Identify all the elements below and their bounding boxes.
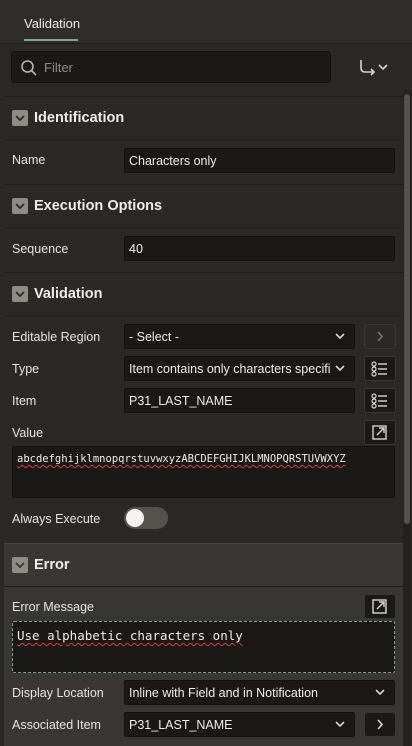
item-label: Item (12, 394, 37, 408)
section-title: Validation (34, 286, 103, 302)
chevron-down-icon (335, 333, 345, 340)
section-identification-header[interactable]: Identification (4, 96, 403, 140)
tab-bar: Validation (0, 0, 412, 44)
chevron-down-icon (12, 557, 28, 573)
toggle-knob (126, 509, 144, 527)
section-title: Error (34, 557, 70, 573)
value-text: abcdefghijklmnopqrstuvwxyzABCDEFGHIJKLMN… (17, 453, 346, 465)
always-execute-toggle[interactable] (124, 507, 168, 529)
item-list-button[interactable] (364, 388, 396, 413)
associated-item-value: P31_LAST_NAME (129, 718, 233, 732)
toolbar (0, 44, 404, 90)
name-field[interactable]: Characters only (124, 148, 395, 173)
display-location-value: Inline with Field and in Notification (129, 686, 318, 700)
search-icon (21, 60, 37, 76)
chevron-down-icon (335, 721, 345, 728)
type-select[interactable]: Item contains only characters specifi (124, 356, 355, 381)
value-label: Value (12, 426, 44, 440)
list-icon (371, 393, 387, 409)
chevron-down-icon (375, 689, 385, 696)
type-list-button[interactable] (364, 356, 396, 381)
error-message-textarea[interactable]: Use alphabetic characters only (12, 621, 395, 673)
go-to-region-button[interactable] (364, 324, 396, 349)
sequence-field[interactable]: 40 (124, 236, 395, 261)
type-label: Type (12, 362, 40, 376)
go-to-group-icon[interactable] (356, 54, 392, 80)
type-value: Item contains only characters specifi (129, 362, 331, 376)
tab-validation[interactable]: Validation (24, 16, 80, 31)
expand-value-button[interactable] (364, 420, 396, 445)
always-execute-label: Always Execute (12, 512, 101, 526)
chevron-down-icon (12, 110, 28, 126)
display-location-label: Display Location (12, 686, 104, 700)
editable-region-select[interactable]: - Select - (124, 324, 355, 349)
scrollbar-thumb[interactable] (404, 94, 410, 524)
editable-region-value: - Select - (129, 330, 180, 344)
filter-input[interactable] (44, 52, 324, 82)
expand-error-message-button[interactable] (364, 594, 396, 619)
editable-region-label: Editable Region (12, 330, 101, 344)
scrollbar[interactable] (403, 90, 411, 746)
go-to-associated-item-button[interactable] (364, 712, 396, 737)
section-validation-header[interactable]: Validation (4, 272, 403, 316)
chevron-right-icon (377, 331, 384, 342)
section-title: Identification (34, 110, 125, 126)
error-message-text: Use alphabetic characters only (17, 628, 243, 643)
chevron-down-icon (334, 363, 346, 373)
error-message-label: Error Message (12, 600, 94, 614)
associated-item-select[interactable]: P31_LAST_NAME (124, 712, 355, 737)
chevron-down-icon (12, 286, 28, 302)
expand-icon (372, 425, 387, 440)
name-label: Name (12, 153, 46, 167)
section-title: Execution Options (34, 198, 163, 214)
sequence-label: Sequence (12, 242, 69, 256)
active-tab-indicator (24, 39, 78, 41)
expand-icon (372, 599, 387, 614)
value-textarea[interactable]: abcdefghijklmnopqrstuvwxyzABCDEFGHIJKLMN… (12, 446, 395, 498)
section-error-header[interactable]: Error (4, 543, 403, 587)
chevron-down-icon (12, 198, 28, 214)
chevron-right-icon (377, 719, 384, 730)
display-location-select[interactable]: Inline with Field and in Notification (124, 680, 395, 705)
filter-box (11, 51, 331, 83)
list-icon (371, 361, 387, 377)
associated-item-label: Associated Item (12, 718, 101, 732)
item-field[interactable]: P31_LAST_NAME (124, 388, 355, 413)
section-execution-header[interactable]: Execution Options (4, 184, 403, 228)
